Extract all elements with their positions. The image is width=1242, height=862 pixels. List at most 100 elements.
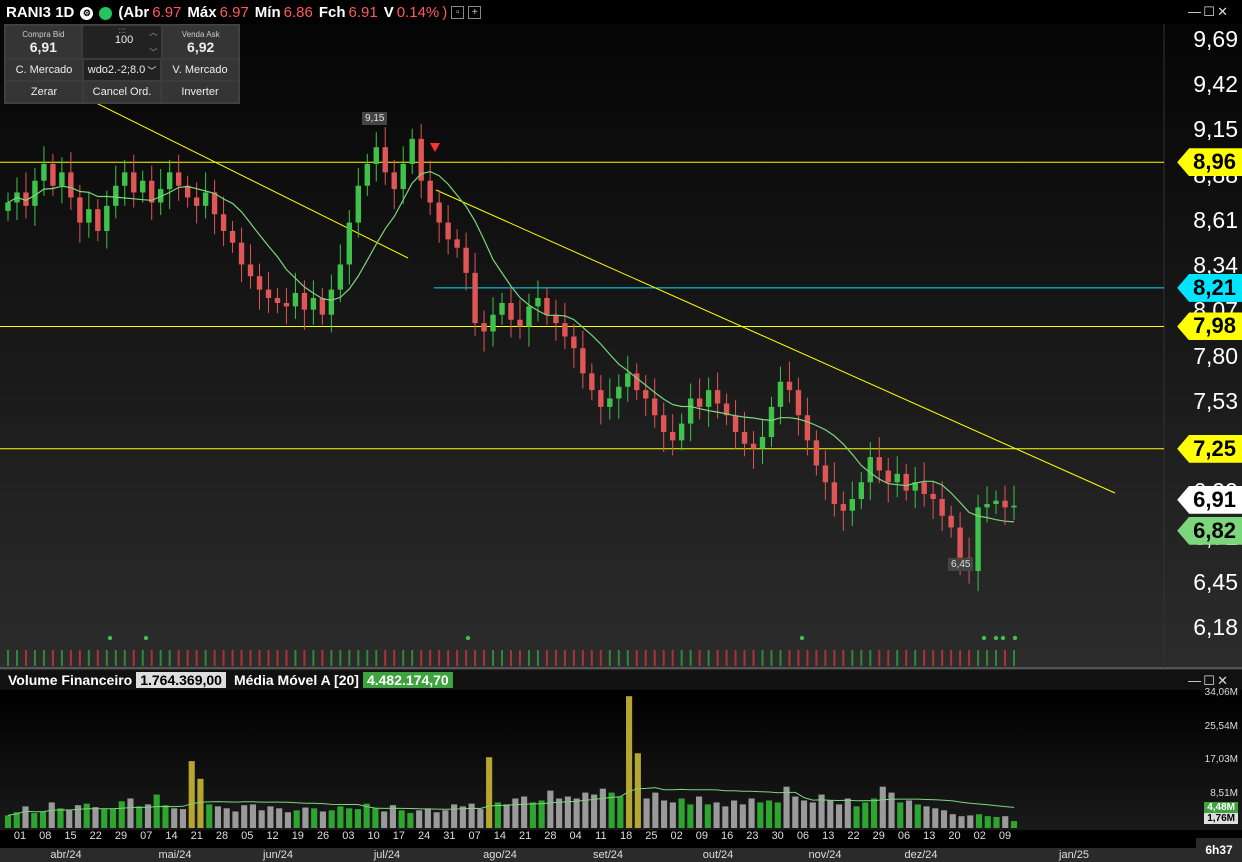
candle-body[interactable] [616,386,622,399]
candle-body[interactable] [678,423,685,441]
candle-body[interactable] [885,470,891,483]
volume-bar[interactable] [398,810,405,828]
volume-bar[interactable] [276,808,283,828]
candle-body[interactable] [382,147,388,173]
volume-bar[interactable] [22,806,29,828]
candle-body[interactable] [687,398,694,424]
volume-bar[interactable] [144,804,152,828]
candle-body[interactable] [984,504,990,508]
candle-body[interactable] [876,457,882,471]
volume-bar[interactable] [66,810,73,828]
candle-body[interactable] [310,297,317,310]
volume-bar[interactable] [809,802,816,828]
volume-bar[interactable] [923,806,930,828]
volume-bar[interactable] [442,810,449,828]
close-icon[interactable]: ✕ [1217,4,1228,20]
volume-bar[interactable] [949,814,956,828]
volume-bar[interactable] [897,802,904,828]
zero-button[interactable]: Zerar [5,81,83,103]
candle-body[interactable] [759,437,766,449]
candle-body[interactable] [41,163,47,181]
volume-bar[interactable] [556,798,563,828]
volume-bar[interactable] [547,790,554,828]
candle-body[interactable] [229,230,236,243]
bid-box[interactable]: Compra Bid 6,91 [5,25,82,59]
candle-body[interactable] [481,323,487,332]
volume-bar[interactable] [284,812,291,828]
candle-body[interactable] [643,390,649,399]
candle-body[interactable] [957,527,963,558]
volume-bar[interactable] [669,802,676,828]
buy-market-button[interactable]: C. Mercado [5,59,83,81]
volume-bar[interactable] [757,802,764,828]
candle-body[interactable] [795,390,802,416]
volume-bar[interactable] [407,813,414,828]
volume-bar[interactable] [249,804,257,828]
volume-bar[interactable] [835,804,843,828]
cancel-orders-button[interactable]: Cancel Ord. [83,81,161,103]
ask-box[interactable]: Venda Ask 6,92 [162,25,240,59]
candle-body[interactable] [301,292,308,310]
candle-body[interactable] [696,398,703,407]
volume-bar[interactable] [206,804,213,828]
candle-body[interactable] [490,314,496,332]
candle-body[interactable] [714,390,721,404]
candle-body[interactable] [265,289,272,298]
volume-bar[interactable] [241,805,248,828]
volume-bar[interactable] [800,800,808,828]
stepper-arrows-icon[interactable]: ︿ ﹀ [149,28,157,58]
volume-bar[interactable] [346,808,353,828]
candle-body[interactable] [580,348,586,374]
collapse-icon[interactable]: ▫ [451,5,465,19]
volume-bar[interactable] [888,792,895,828]
volume-bar[interactable] [153,794,160,828]
add-icon[interactable]: + [468,5,482,19]
candle-body[interactable] [319,297,326,315]
candle-body[interactable] [5,202,11,211]
candle-body[interactable] [113,185,119,206]
price-level-tag[interactable]: 7,25 [1177,434,1242,463]
candle-body[interactable] [95,209,101,231]
candle-body[interactable] [804,415,811,441]
volume-bar[interactable] [932,808,939,828]
candle-body[interactable] [948,515,954,528]
volume-bar[interactable] [1010,821,1018,828]
volume-bar[interactable] [573,798,580,828]
quantity-stepper[interactable]: ::: 100 ︿ ﹀ [81,25,163,59]
volume-bar[interactable] [731,800,738,828]
volume-bar[interactable] [319,811,326,828]
candle-body[interactable] [598,390,604,407]
candle-body[interactable] [175,172,182,186]
volume-bar[interactable] [214,806,222,828]
volume-bar[interactable] [722,806,729,828]
candle-body[interactable] [436,202,442,223]
candle-body[interactable] [337,264,344,290]
candle-body[interactable] [256,276,263,290]
volume-bar[interactable] [870,798,878,828]
candle-body[interactable] [669,432,676,441]
settings-icon[interactable]: ⚙ [80,6,94,20]
volume-bar[interactable] [31,813,38,828]
candle-body[interactable] [32,180,38,206]
volume-bar[interactable] [302,807,309,828]
volume-bar[interactable] [529,802,536,828]
candle-body[interactable] [607,398,613,407]
candle-body[interactable] [750,443,757,449]
candle-body[interactable] [122,172,128,186]
volume-bar[interactable] [984,816,991,828]
candle-body[interactable] [858,482,864,500]
price-level-tag[interactable]: 6,91 [1177,485,1242,514]
candle-body[interactable] [508,303,514,320]
candle-body[interactable] [328,289,335,315]
volume-bar[interactable] [626,696,633,828]
volume-bar[interactable] [661,800,668,828]
candle-body[interactable] [813,440,820,466]
candle-body[interactable] [589,373,595,391]
candle-body[interactable] [68,172,74,198]
volume-bar[interactable] [197,778,204,828]
minimize-icon[interactable]: — [1188,4,1201,20]
volume-bar[interactable] [512,798,519,828]
candle-body[interactable] [777,381,784,407]
volume-bar[interactable] [538,800,545,828]
volume-bar[interactable] [879,786,886,828]
